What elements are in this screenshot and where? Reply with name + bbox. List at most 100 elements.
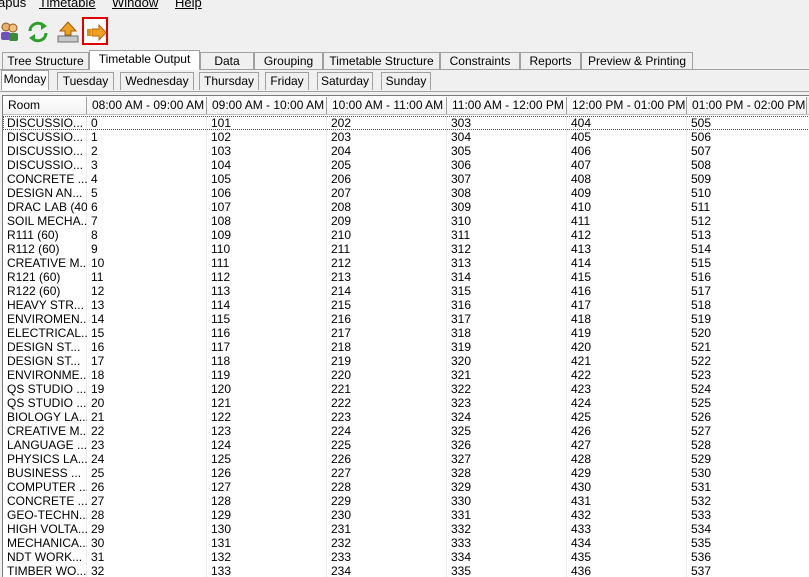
slot-cell[interactable]: 213: [327, 270, 447, 284]
slot-cell[interactable]: 223: [327, 410, 447, 424]
slot-cell[interactable]: 313: [447, 256, 567, 270]
slot-cell[interactable]: 328: [447, 466, 567, 480]
slot-cell[interactable]: 321: [447, 368, 567, 382]
slot-cell[interactable]: 517: [687, 284, 807, 298]
menu-window[interactable]: Window: [112, 0, 158, 11]
slot-cell[interactable]: 516: [687, 270, 807, 284]
table-row[interactable]: QS STUDIO ... 19 120 221 322 423 524: [3, 382, 809, 396]
slot-cell[interactable]: 537: [687, 564, 807, 577]
slot-cell[interactable]: 124: [207, 438, 327, 452]
room-cell[interactable]: CREATIVE M...: [3, 256, 87, 270]
table-row[interactable]: COMPUTER ... 26 127 228 329 430 531: [3, 480, 809, 494]
menu-timetable[interactable]: Timetable: [39, 0, 96, 11]
slot-cell[interactable]: 16: [87, 340, 207, 354]
slot-cell[interactable]: 225: [327, 438, 447, 452]
slot-cell[interactable]: 102: [207, 130, 327, 144]
slot-cell[interactable]: 206: [327, 172, 447, 186]
slot-cell[interactable]: 4: [87, 172, 207, 186]
slot-cell[interactable]: 217: [327, 326, 447, 340]
slot-cell[interactable]: 529: [687, 452, 807, 466]
room-cell[interactable]: ENVIRONME...: [3, 368, 87, 382]
slot-cell[interactable]: 228: [327, 480, 447, 494]
slot-cell[interactable]: 27: [87, 494, 207, 508]
slot-cell[interactable]: 211: [327, 242, 447, 256]
slot-cell[interactable]: 114: [207, 298, 327, 312]
table-row[interactable]: HEAVY STR... 13 114 215 316 417 518: [3, 298, 809, 312]
table-row[interactable]: R112 (60) 9 110 211 312 413 514: [3, 242, 809, 256]
slot-cell[interactable]: 524: [687, 382, 807, 396]
slot-cell[interactable]: 505: [687, 116, 807, 130]
room-cell[interactable]: COMPUTER ...: [3, 480, 87, 494]
slot-cell[interactable]: 511: [687, 200, 807, 214]
room-cell[interactable]: DISCUSSIO...: [3, 116, 87, 130]
slot-cell[interactable]: 28: [87, 508, 207, 522]
room-cell[interactable]: DRAC LAB (40): [3, 200, 87, 214]
room-cell[interactable]: ELECTRICAL...: [3, 326, 87, 340]
slot-cell[interactable]: 431: [567, 494, 687, 508]
room-cell[interactable]: CONCRETE ...: [3, 494, 87, 508]
slot-cell[interactable]: 326: [447, 438, 567, 452]
slot-cell[interactable]: 435: [567, 550, 687, 564]
slot-cell[interactable]: 25: [87, 466, 207, 480]
slot-cell[interactable]: 308: [447, 186, 567, 200]
slot-cell[interactable]: 332: [447, 522, 567, 536]
slot-cell[interactable]: 331: [447, 508, 567, 522]
tab-grouping[interactable]: Grouping: [254, 52, 323, 70]
slot-cell[interactable]: 420: [567, 340, 687, 354]
slot-cell[interactable]: 532: [687, 494, 807, 508]
slot-cell[interactable]: 419: [567, 326, 687, 340]
room-cell[interactable]: DISCUSSIO...: [3, 130, 87, 144]
room-cell[interactable]: DISCUSSIO...: [3, 144, 87, 158]
table-row[interactable]: R122 (60) 12 113 214 315 416 517: [3, 284, 809, 298]
table-row[interactable]: BIOLOGY LA... 21 122 223 324 425 526: [3, 410, 809, 424]
slot-cell[interactable]: 209: [327, 214, 447, 228]
room-cell[interactable]: DESIGN ST...: [3, 340, 87, 354]
slot-cell[interactable]: 417: [567, 298, 687, 312]
tab-wednesday[interactable]: Wednesday: [120, 72, 194, 90]
slot-cell[interactable]: 131: [207, 536, 327, 550]
slot-cell[interactable]: 318: [447, 326, 567, 340]
slot-cell[interactable]: 520: [687, 326, 807, 340]
table-row[interactable]: ENVIROMEN... 14 115 216 317 418 519: [3, 312, 809, 326]
slot-cell[interactable]: 335: [447, 564, 567, 577]
slot-cell[interactable]: 108: [207, 214, 327, 228]
slot-cell[interactable]: 515: [687, 256, 807, 270]
slot-cell[interactable]: 233: [327, 550, 447, 564]
slot-cell[interactable]: 3: [87, 158, 207, 172]
slot-cell[interactable]: 519: [687, 312, 807, 326]
slot-cell[interactable]: 429: [567, 466, 687, 480]
slot-cell[interactable]: 226: [327, 452, 447, 466]
tab-sunday[interactable]: Sunday: [381, 72, 431, 90]
slot-cell[interactable]: 109: [207, 228, 327, 242]
slot-cell[interactable]: 303: [447, 116, 567, 130]
room-cell[interactable]: R111 (60): [3, 228, 87, 242]
slot-cell[interactable]: 105: [207, 172, 327, 186]
slot-cell[interactable]: 208: [327, 200, 447, 214]
room-cell[interactable]: QS STUDIO ...: [3, 396, 87, 410]
slot-cell[interactable]: 230: [327, 508, 447, 522]
slot-cell[interactable]: 204: [327, 144, 447, 158]
slot-cell[interactable]: 17: [87, 354, 207, 368]
slot-cell[interactable]: 421: [567, 354, 687, 368]
slot-cell[interactable]: 425: [567, 410, 687, 424]
room-cell[interactable]: R121 (60): [3, 270, 87, 284]
slot-cell[interactable]: 531: [687, 480, 807, 494]
slot-cell[interactable]: 29: [87, 522, 207, 536]
slot-cell[interactable]: 6: [87, 200, 207, 214]
table-row[interactable]: DISCUSSIO... 3 104 205 306 407 508: [3, 158, 809, 172]
table-row[interactable]: R121 (60) 11 112 213 314 415 516: [3, 270, 809, 284]
slot-cell[interactable]: 424: [567, 396, 687, 410]
tab-preview-printing[interactable]: Preview & Printing: [581, 52, 693, 70]
slot-cell[interactable]: 406: [567, 144, 687, 158]
table-row[interactable]: BUSINESS ... 25 126 227 328 429 530: [3, 466, 809, 480]
slot-cell[interactable]: 309: [447, 200, 567, 214]
slot-cell[interactable]: 15: [87, 326, 207, 340]
slot-cell[interactable]: 205: [327, 158, 447, 172]
slot-cell[interactable]: 415: [567, 270, 687, 284]
slot-cell[interactable]: 312: [447, 242, 567, 256]
slot-cell[interactable]: 120: [207, 382, 327, 396]
table-row[interactable]: LANGUAGE ... 23 124 225 326 427 528: [3, 438, 809, 452]
tab-friday[interactable]: Friday: [265, 72, 309, 90]
slot-cell[interactable]: 106: [207, 186, 327, 200]
slot-cell[interactable]: 320: [447, 354, 567, 368]
